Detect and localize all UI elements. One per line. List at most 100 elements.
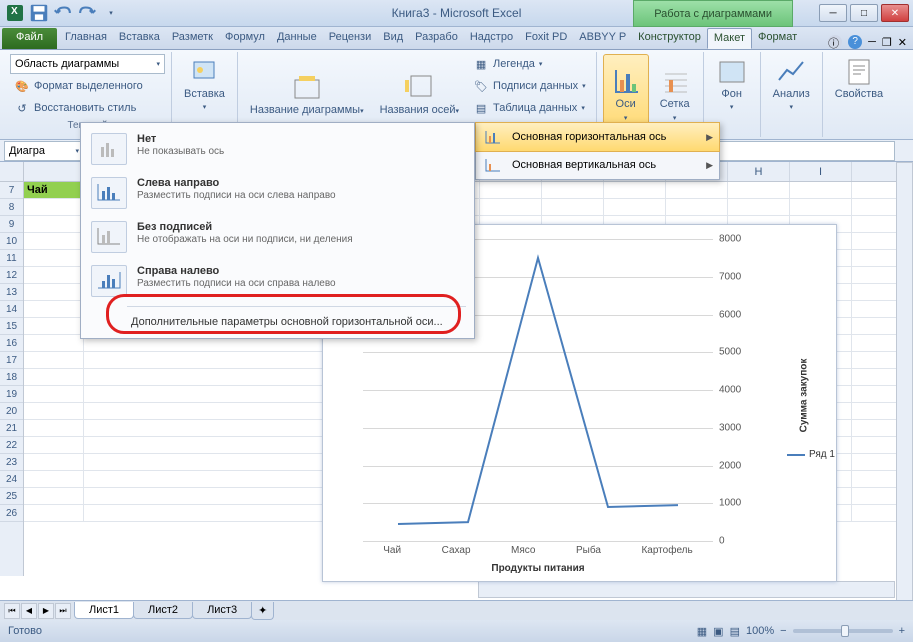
- tab-chart-layout[interactable]: Макет: [707, 28, 752, 49]
- tab-abbyy[interactable]: ABBYY P: [573, 28, 632, 49]
- sheet-tab-1[interactable]: Лист1: [74, 602, 134, 619]
- legend-button[interactable]: ▦Легенда ▾: [469, 54, 590, 74]
- chart-element-selector[interactable]: Область диаграммы▾: [10, 54, 165, 74]
- tab-review[interactable]: Рецензи: [323, 28, 378, 49]
- sheet-nav-first[interactable]: ⏮: [4, 603, 20, 619]
- row-header[interactable]: 24: [0, 471, 23, 488]
- tab-layout[interactable]: Разметк: [166, 28, 219, 49]
- row-header[interactable]: 21: [0, 420, 23, 437]
- row-header[interactable]: 14: [0, 301, 23, 318]
- title-bar: ▾ Книга3 - Microsoft Excel Работа с диаг…: [0, 0, 913, 27]
- file-tab[interactable]: Файл: [2, 28, 57, 49]
- zoom-slider[interactable]: [793, 629, 893, 633]
- row-header[interactable]: 23: [0, 454, 23, 471]
- row-header[interactable]: 17: [0, 352, 23, 369]
- qat-customize-icon[interactable]: ▾: [100, 2, 122, 24]
- data-table-button[interactable]: ▤Таблица данных ▾: [469, 98, 590, 118]
- tab-home[interactable]: Главная: [59, 28, 113, 49]
- background-icon: [716, 56, 748, 88]
- row-header[interactable]: 15: [0, 318, 23, 335]
- zoom-level[interactable]: 100%: [746, 625, 774, 637]
- window-controls: ─ □ ✕: [819, 4, 909, 22]
- tab-formulas[interactable]: Формул: [219, 28, 271, 49]
- row-header[interactable]: 13: [0, 284, 23, 301]
- option-more-axis-options[interactable]: Дополнительные параметры основной горизо…: [81, 310, 474, 334]
- horizontal-scrollbar[interactable]: [478, 581, 895, 598]
- row-header[interactable]: 25: [0, 488, 23, 505]
- tab-view[interactable]: Вид: [377, 28, 409, 49]
- format-selection-button[interactable]: 🎨Формат выделенного: [10, 76, 165, 96]
- workbook-close-icon[interactable]: ✕: [898, 36, 907, 49]
- chart-title-icon: [291, 72, 323, 104]
- horizontal-axis-options-menu: НетНе показывать ось Слева направоРазмес…: [80, 122, 475, 339]
- view-page-layout-icon[interactable]: ▣: [713, 625, 723, 638]
- undo-icon[interactable]: [52, 2, 74, 24]
- row-header[interactable]: 9: [0, 216, 23, 233]
- tab-chart-format[interactable]: Формат: [752, 28, 803, 49]
- data-labels-button[interactable]: 🏷Подписи данных ▾: [469, 76, 590, 96]
- analysis-button[interactable]: Анализ▾: [767, 54, 816, 114]
- chart-tools-contextual-label: Работа с диаграммами: [633, 0, 793, 27]
- close-button[interactable]: ✕: [881, 4, 909, 22]
- sheet-nav-last[interactable]: ⏭: [55, 603, 71, 619]
- option-right-to-left[interactable]: Справа налевоРазместить подписи на оси с…: [81, 259, 474, 303]
- new-sheet-button[interactable]: ✦: [251, 602, 274, 620]
- app-icon[interactable]: [4, 2, 26, 24]
- option-left-to-right[interactable]: Слева направоРазместить подписи на оси с…: [81, 171, 474, 215]
- analysis-icon: [775, 56, 807, 88]
- chart-y-axis-title: Сумма закупок: [798, 359, 809, 433]
- row-header[interactable]: 26: [0, 505, 23, 522]
- column-header[interactable]: H: [728, 162, 790, 181]
- sheet-nav-next[interactable]: ▶: [38, 603, 54, 619]
- minimize-ribbon-icon[interactable]: ⓘ: [828, 35, 842, 49]
- ribbon-group-properties: Свойства: [823, 52, 895, 137]
- axes-dropdown-menu: Основная горизонтальная ось▶ Основная ве…: [475, 122, 720, 180]
- background-button[interactable]: Фон▾: [710, 54, 754, 114]
- help-icon[interactable]: ?: [848, 35, 862, 49]
- row-header[interactable]: 20: [0, 403, 23, 420]
- row-header[interactable]: 10: [0, 233, 23, 250]
- row-header[interactable]: 19: [0, 386, 23, 403]
- chart-x-axis-labels: ЧайСахарМясоРыбаКартофель: [363, 545, 713, 556]
- menu-primary-vertical-axis[interactable]: Основная вертикальная ось▶: [476, 151, 719, 179]
- menu-primary-horizontal-axis[interactable]: Основная горизонтальная ось▶: [475, 122, 720, 152]
- zoom-in-button[interactable]: +: [899, 625, 905, 637]
- workbook-minimize-icon[interactable]: ─: [868, 36, 876, 48]
- vertical-scrollbar[interactable]: [896, 162, 913, 603]
- redo-icon[interactable]: [76, 2, 98, 24]
- tab-developer[interactable]: Разрабо: [409, 28, 464, 49]
- column-header[interactable]: I: [790, 162, 852, 181]
- row-header[interactable]: 12: [0, 267, 23, 284]
- maximize-button[interactable]: □: [850, 4, 878, 22]
- view-page-break-icon[interactable]: ▤: [730, 625, 740, 638]
- row-header[interactable]: 7: [0, 182, 23, 199]
- row-header[interactable]: 11: [0, 250, 23, 267]
- zoom-out-button[interactable]: −: [780, 625, 786, 637]
- insert-button[interactable]: Вставка▾: [178, 54, 231, 114]
- reset-style-icon: ↺: [14, 100, 30, 116]
- row-header[interactable]: 16: [0, 335, 23, 352]
- chart-y-axis: 010002000300040005000600070008000: [719, 239, 759, 541]
- save-icon[interactable]: [28, 2, 50, 24]
- row-header[interactable]: 18: [0, 369, 23, 386]
- name-box[interactable]: Диагра▾: [4, 141, 84, 161]
- ribbon-group-analysis: Анализ▾: [761, 52, 823, 137]
- tab-chart-design[interactable]: Конструктор: [632, 28, 707, 49]
- workbook-restore-icon[interactable]: ❐: [882, 36, 892, 49]
- sheet-tab-3[interactable]: Лист3: [192, 602, 252, 619]
- properties-button[interactable]: Свойства: [829, 54, 889, 102]
- format-selection-icon: 🎨: [14, 78, 30, 94]
- tab-foxit[interactable]: Foxit PD: [519, 28, 573, 49]
- reset-style-button[interactable]: ↺Восстановить стиль: [10, 98, 165, 118]
- row-header[interactable]: 8: [0, 199, 23, 216]
- row-header[interactable]: 22: [0, 437, 23, 454]
- tab-insert[interactable]: Вставка: [113, 28, 166, 49]
- minimize-button[interactable]: ─: [819, 4, 847, 22]
- tab-addins[interactable]: Надстро: [464, 28, 519, 49]
- option-none[interactable]: НетНе показывать ось: [81, 127, 474, 171]
- option-no-labels[interactable]: Без подписейНе отображать на оси ни подп…: [81, 215, 474, 259]
- view-normal-icon[interactable]: ▦: [697, 625, 707, 638]
- tab-data[interactable]: Данные: [271, 28, 323, 49]
- sheet-nav-prev[interactable]: ◀: [21, 603, 37, 619]
- sheet-tab-2[interactable]: Лист2: [133, 602, 193, 619]
